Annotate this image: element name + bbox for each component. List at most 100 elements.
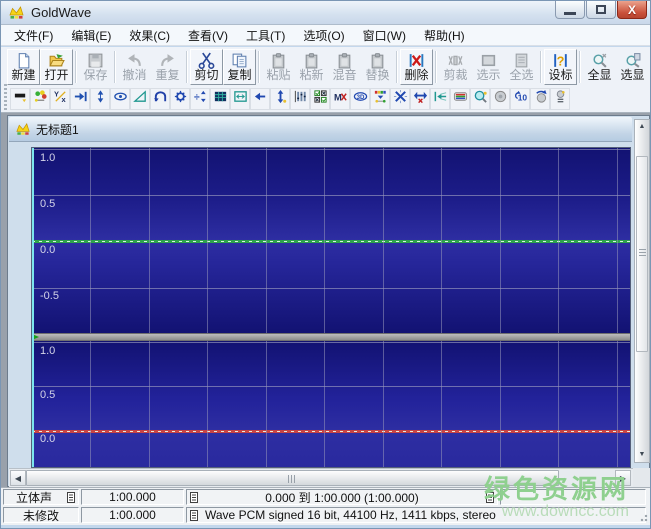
effect-button-expand-vertical[interactable]	[90, 88, 110, 110]
grid-hline	[32, 195, 630, 196]
effect-button-noise-x[interactable]	[390, 88, 410, 110]
effect-button-mixer-table[interactable]	[210, 88, 230, 110]
effect-button-ramp-triangle[interactable]	[130, 88, 150, 110]
resize-grip[interactable]	[638, 512, 648, 522]
toolbar-button-paste-clipboard: 粘贴	[262, 49, 295, 85]
properties-icon[interactable]	[486, 491, 494, 503]
scroll-down-button[interactable]: ▼	[635, 448, 649, 462]
scroll-up-button[interactable]: ▲	[635, 120, 649, 134]
effect-button-time-10[interactable]: 10	[510, 88, 530, 110]
document-title: 无标题1	[36, 122, 79, 137]
minimize-button[interactable]	[555, 1, 585, 19]
scroll-left-button[interactable]: ◀	[10, 470, 26, 486]
effect-button-vertical-adjust[interactable]	[270, 88, 290, 110]
effect-button-effect-chain[interactable]	[30, 88, 50, 110]
control-bar-icon	[13, 89, 28, 109]
document-titlebar[interactable]: 无标题1	[9, 117, 632, 142]
effect-button-gear[interactable]	[170, 88, 190, 110]
waveform-display[interactable]: 1.0 0.5 0.0 -0.5 1.0 0.5 0.0	[31, 147, 631, 468]
toolbar-button-label: 全选	[509, 67, 534, 82]
grid-vline	[441, 148, 442, 467]
menu-item-8[interactable]: 帮助(H)	[415, 25, 474, 46]
right-channel-view[interactable]: 1.0 0.5 0.0	[32, 341, 630, 467]
effect-button-eye[interactable]	[110, 88, 130, 110]
window-title: GoldWave	[31, 5, 92, 20]
format-value: Wave PCM signed 16 bit, 44100 Hz, 1411 k…	[205, 508, 496, 522]
spectrum-menu-icon	[373, 89, 388, 109]
menu-item-6[interactable]: 选项(O)	[294, 25, 353, 46]
maximize-button[interactable]	[586, 1, 616, 19]
toolbar-button-label: 撤消	[122, 67, 147, 82]
effect-button-expression-yx[interactable]: Yx	[50, 88, 70, 110]
toolbar-button-new-file[interactable]: 新建	[7, 48, 40, 85]
menu-item-7[interactable]: 窗口(W)	[354, 25, 415, 46]
vertical-scrollbar-thumb[interactable]	[636, 156, 648, 352]
minimize-icon	[564, 11, 576, 15]
effect-button-control-bar[interactable]	[10, 88, 30, 110]
toolbar-button-copy-pages[interactable]: 复制	[223, 48, 256, 85]
toolbar-button-zoom-selection[interactable]: 选显	[616, 49, 649, 85]
close-button[interactable]: X	[617, 1, 647, 19]
select-all-icon	[513, 52, 530, 69]
toolbar-button-open-folder[interactable]: 打开	[40, 48, 73, 85]
effect-button-mic-level[interactable]	[550, 88, 570, 110]
close-icon: X	[627, 2, 636, 17]
menu-item-4[interactable]: 查看(V)	[179, 25, 237, 46]
toolbar-separator	[258, 50, 260, 83]
properties-icon[interactable]	[190, 491, 198, 503]
amplitude-label: 0.0	[40, 433, 56, 445]
properties-icon[interactable]	[190, 509, 198, 521]
rainbow-tape-icon	[453, 89, 468, 109]
effect-button-seek-end[interactable]	[70, 88, 90, 110]
horizontal-scrollbar-thumb[interactable]	[26, 470, 559, 486]
properties-icon[interactable]	[67, 491, 75, 503]
effect-button-left-arrow[interactable]	[250, 88, 270, 110]
menu-item-1[interactable]: 文件(F)	[5, 25, 62, 46]
toolbar-separator	[75, 50, 77, 83]
effect-button-invert-arch[interactable]	[150, 88, 170, 110]
menu-item-5[interactable]: 工具(T)	[237, 25, 294, 46]
grid-vline	[558, 148, 559, 467]
effect-button-loop-arrow[interactable]	[530, 88, 550, 110]
toolbar-gripper[interactable]	[4, 84, 7, 114]
effect-button-rainbow-tape[interactable]	[450, 88, 470, 110]
toolbar-button-cut-scissors[interactable]: 剪切	[190, 48, 223, 85]
grid-vline	[617, 148, 618, 467]
effect-button-stereo-3d[interactable]: 3D	[350, 88, 370, 110]
total-length-segment[interactable]: 1:00.000	[81, 489, 184, 505]
left-channel-view[interactable]: 1.0 0.5 0.0 -0.5	[32, 148, 630, 334]
menu-item-2[interactable]: 编辑(E)	[62, 25, 120, 46]
effect-button-spectrum-menu[interactable]	[370, 88, 390, 110]
toolbar-button-label: 保存	[83, 67, 108, 82]
selection-segment[interactable]: 0.000 到 1:00.000 (1:00.000)	[186, 489, 498, 505]
grid-hline	[32, 288, 630, 289]
channel-separator[interactable]	[32, 333, 630, 341]
effect-button-equalizer-sliders[interactable]	[290, 88, 310, 110]
vertical-scrollbar[interactable]: ▲ ▼	[634, 119, 650, 463]
effect-button-fit-selection[interactable]	[230, 88, 250, 110]
format-segment[interactable]: Wave PCM signed 16 bit, 44100 Hz, 1411 k…	[186, 507, 646, 523]
effect-button-divide-shift[interactable]: ÷	[190, 88, 210, 110]
titlebar[interactable]: GoldWave X	[1, 1, 650, 24]
menu-item-3[interactable]: 效果(C)	[120, 25, 179, 46]
invert-arch-icon	[153, 89, 168, 109]
toolbar-button-paste-new-clipboard: 粘新	[295, 49, 328, 85]
effect-button-mute-mx[interactable]: M	[330, 88, 350, 110]
grid-vline	[149, 148, 150, 467]
toolbar-button-zoom-all[interactable]: 全显	[583, 49, 616, 85]
effect-button-stretch-remove[interactable]	[410, 88, 430, 110]
position-segment: 1:00.000	[81, 507, 184, 523]
toolbar-button-set-marker[interactable]: ? 设标	[544, 48, 577, 85]
effect-button-zoom-lens[interactable]	[470, 88, 490, 110]
scroll-right-button[interactable]: ▶	[615, 470, 631, 486]
effect-button-checkbox-matrix[interactable]	[310, 88, 330, 110]
toolbar-button-delete-x[interactable]: 删除	[400, 48, 433, 85]
toolbar-button-mix-clipboard: 混音	[328, 49, 361, 85]
horizontal-scrollbar[interactable]: ◀ ▶	[9, 468, 633, 487]
position-value: 1:00.000	[109, 508, 156, 522]
svg-text:10: 10	[517, 92, 527, 102]
effect-button-knob[interactable]	[490, 88, 510, 110]
effect-button-align-start[interactable]	[430, 88, 450, 110]
grid-vline	[90, 148, 91, 467]
channel-mode-segment[interactable]: 立体声	[3, 489, 79, 505]
